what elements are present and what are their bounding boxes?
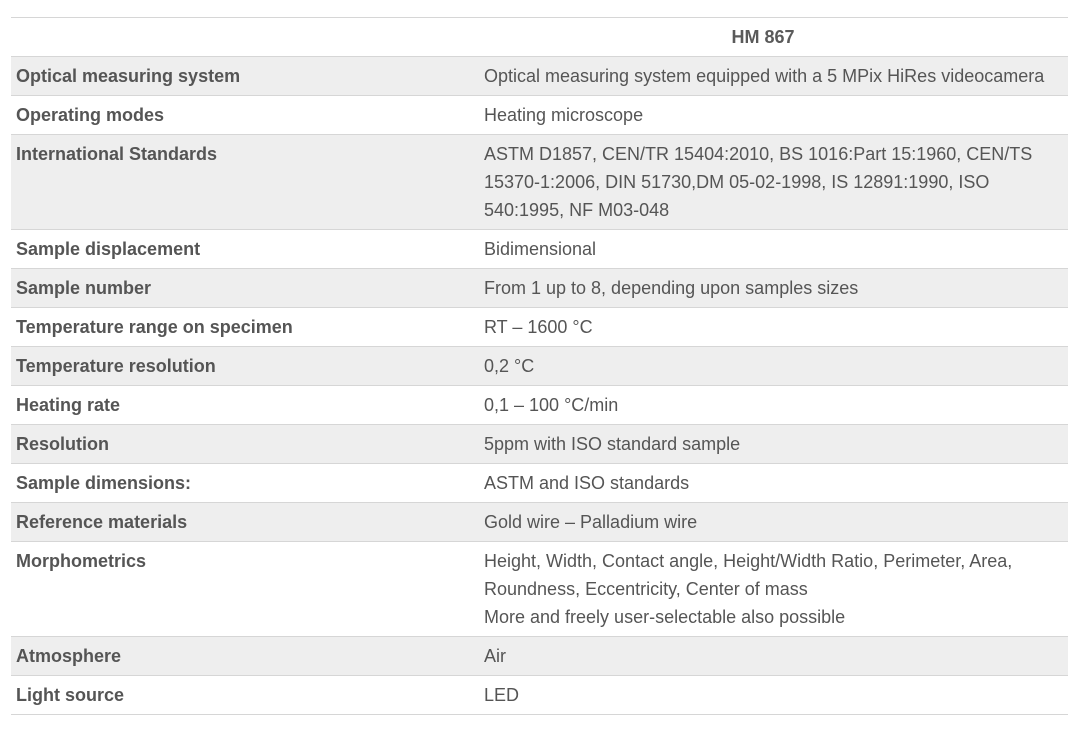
spec-label: Light source (11, 675, 473, 715)
table-body: Optical measuring system Optical measurin… (11, 56, 1068, 715)
spec-value: From 1 up to 8, depending upon samples s… (473, 268, 1068, 308)
spec-value-line: Height, Width, Contact angle, Height/Wid… (484, 551, 1013, 599)
table-row: Temperature range on specimen RT – 1600 °… (11, 307, 1068, 347)
spec-value-line: Gold wire – Palladium wire (484, 512, 698, 532)
spec-label: Temperature range on specimen (11, 307, 473, 347)
spec-value: 0,2 °C (473, 346, 1068, 386)
spec-value: Bidimensional (473, 229, 1068, 269)
spec-label: Temperature resolution (11, 346, 473, 386)
table-row: Reference materials Gold wire – Palladium… (11, 502, 1068, 542)
model-heading: HM 867 (473, 17, 1068, 57)
spec-label: Sample number (11, 268, 473, 308)
spec-value: ASTM D1857, CEN/TR 15404:2010, BS 1016:P… (473, 134, 1068, 230)
spec-value: Air (473, 636, 1068, 676)
spec-value-line: LED (484, 685, 520, 705)
table-row: Light source LED (11, 675, 1068, 715)
spec-value-line: 0,1 – 100 °C/min (484, 395, 619, 415)
table-row: Operating modes Heating microscope (11, 95, 1068, 135)
model-name: HM 867 (731, 27, 795, 47)
spec-value: Heating microscope (473, 95, 1068, 135)
spec-label: Resolution (11, 424, 473, 464)
specifications-table: HM 867 Optical measuring system Optical m… (11, 17, 1068, 715)
table-row: Sample dimensions: ASTM and ISO standards (11, 463, 1068, 503)
table-row: Atmosphere Air (11, 636, 1068, 676)
table-row: Temperature resolution 0,2 °C (11, 346, 1068, 386)
spec-label: Morphometrics (11, 541, 473, 637)
spec-value-line: Bidimensional (484, 239, 597, 259)
header-label-cell (11, 17, 473, 57)
header-row: HM 867 (11, 17, 1068, 57)
table-row: Optical measuring system Optical measurin… (11, 56, 1068, 96)
spec-value-line: 0,2 °C (484, 356, 535, 376)
spec-label: Atmosphere (11, 636, 473, 676)
spec-value-line: RT – 1600 °C (484, 317, 593, 337)
spec-value-line: Optical measuring system equipped with a… (484, 66, 1045, 86)
table-row: Sample number From 1 up to 8, depending u… (11, 268, 1068, 308)
spec-value: RT – 1600 °C (473, 307, 1068, 347)
spec-value-line: ASTM D1857, CEN/TR 15404:2010, BS 1016:P… (484, 144, 1033, 220)
table-row: International Standards ASTM D1857, CEN/T… (11, 134, 1068, 230)
spec-value-line: Heating microscope (484, 105, 644, 125)
spec-value-line: Air (484, 646, 506, 666)
spec-label: International Standards (11, 134, 473, 230)
spec-value-line: 5ppm with ISO standard sample (484, 434, 741, 454)
spec-value-line: ASTM and ISO standards (484, 473, 690, 493)
spec-label: Reference materials (11, 502, 473, 542)
spec-label: Heating rate (11, 385, 473, 425)
spec-value: Optical measuring system equipped with a… (473, 56, 1068, 96)
spec-value: 5ppm with ISO standard sample (473, 424, 1068, 464)
spec-label: Sample displacement (11, 229, 473, 269)
spec-label: Operating modes (11, 95, 473, 135)
spec-value: Height, Width, Contact angle, Height/Wid… (473, 541, 1068, 637)
spec-value-line: From 1 up to 8, depending upon samples s… (484, 278, 859, 298)
table-row: Heating rate 0,1 – 100 °C/min (11, 385, 1068, 425)
table-row: Sample displacement Bidimensional (11, 229, 1068, 269)
table-row: Morphometrics Height, Width, Contact angl… (11, 541, 1068, 637)
spec-value: 0,1 – 100 °C/min (473, 385, 1068, 425)
spec-value: ASTM and ISO standards (473, 463, 1068, 503)
spec-value: LED (473, 675, 1068, 715)
table-row: Resolution 5ppm with ISO standard sample (11, 424, 1068, 464)
spec-value-line: More and freely user-selectable also pos… (484, 607, 846, 627)
table-header: HM 867 (11, 17, 1068, 57)
spec-value: Gold wire – Palladium wire (473, 502, 1068, 542)
spec-label: Sample dimensions: (11, 463, 473, 503)
spec-label: Optical measuring system (11, 56, 473, 96)
